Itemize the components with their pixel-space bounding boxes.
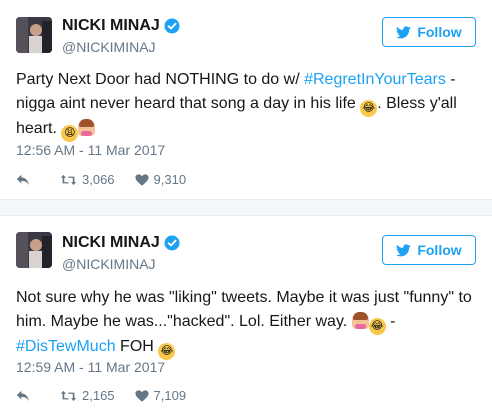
reply-icon[interactable]	[16, 389, 30, 403]
tweet-card: NICKI MINAJ @NICKIMINAJ Follow Party Nex…	[0, 0, 492, 200]
hashtag-link[interactable]: #RegretInYourTears	[304, 71, 446, 88]
display-name[interactable]: NICKI MINAJ	[62, 234, 160, 252]
tweet-text-part: Party Next Door had NOTHING to do w/	[16, 71, 305, 88]
woman-shrugging-emoji-icon	[78, 119, 96, 136]
retweet-action[interactable]: 2,165	[60, 388, 115, 403]
tweet-text-part: -	[385, 313, 396, 330]
timestamp[interactable]: 12:59 AM - 11 Mar 2017	[16, 359, 165, 375]
author-name-row[interactable]: NICKI MINAJ	[62, 234, 180, 252]
tweet-text-part: FOH	[115, 338, 159, 355]
retweet-icon	[60, 390, 77, 401]
tweet-text-part: Not sure why he was "liking" tweets. May…	[16, 289, 472, 330]
tweet-card: NICKI MINAJ @NICKIMINAJ Follow Not sure …	[0, 216, 492, 416]
author-name-row[interactable]: NICKI MINAJ	[62, 17, 180, 35]
heart-icon	[134, 389, 149, 402]
twitter-bird-icon	[396, 243, 412, 256]
follow-button[interactable]: Follow	[382, 235, 476, 265]
avatar[interactable]	[16, 232, 52, 268]
reply-icon[interactable]	[16, 173, 30, 187]
retweet-count: 3,066	[82, 172, 115, 187]
like-count: 7,109	[153, 388, 187, 403]
follow-label: Follow	[417, 24, 462, 40]
tweet-text: Party Next Door had NOTHING to do w/ #Re…	[16, 68, 478, 142]
weary-face-emoji-icon: 😩	[61, 125, 79, 142]
like-action[interactable]: 9,310	[134, 172, 187, 187]
tears-of-joy-emoji-icon: 😂	[360, 100, 378, 117]
display-name[interactable]: NICKI MINAJ	[62, 17, 160, 35]
follow-label: Follow	[417, 242, 462, 258]
tweet-text: Not sure why he was "liking" tweets. May…	[16, 286, 478, 360]
timestamp[interactable]: 12:56 AM - 11 Mar 2017	[16, 142, 165, 158]
retweet-action[interactable]: 3,066	[60, 172, 115, 187]
hashtag-link[interactable]: #DisTewMuch	[16, 338, 116, 355]
verified-badge-icon	[164, 18, 180, 34]
woman-shrugging-emoji-icon	[351, 312, 369, 329]
user-handle[interactable]: @NICKIMINAJ	[62, 256, 156, 272]
tweet-actions: 3,066 9,310	[16, 172, 186, 187]
twitter-bird-icon	[396, 25, 412, 38]
retweet-icon	[60, 174, 77, 185]
like-action[interactable]: 7,109	[134, 388, 187, 403]
heart-icon	[134, 173, 149, 186]
tweet-actions: 2,165 7,109	[16, 388, 186, 403]
tears-of-joy-emoji-icon: 😂	[158, 343, 176, 360]
avatar[interactable]	[16, 17, 52, 53]
verified-badge-icon	[164, 235, 180, 251]
like-count: 9,310	[153, 172, 187, 187]
tweet-separator	[0, 199, 492, 216]
follow-button[interactable]: Follow	[382, 17, 476, 47]
retweet-count: 2,165	[82, 388, 115, 403]
tears-of-joy-emoji-icon: 😂	[368, 318, 386, 335]
user-handle[interactable]: @NICKIMINAJ	[62, 39, 156, 55]
